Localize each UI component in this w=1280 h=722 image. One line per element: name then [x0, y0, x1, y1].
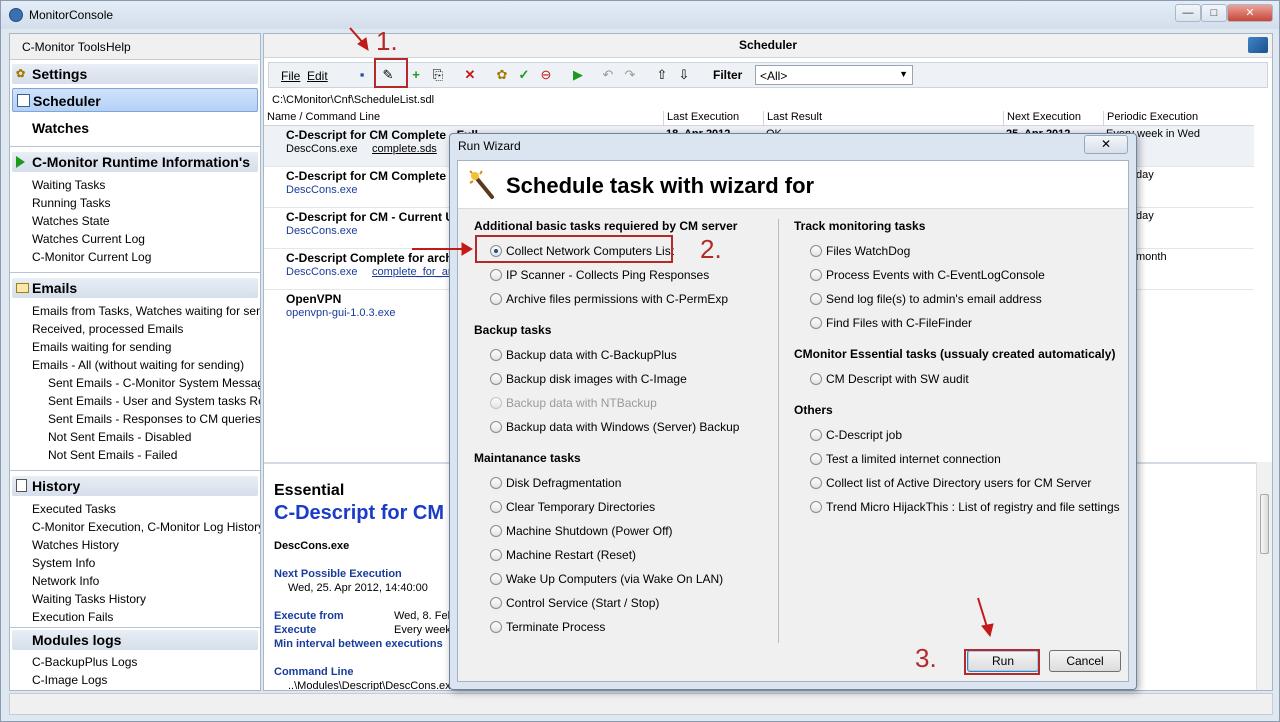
arrow-to-toolbar-icon: [349, 27, 369, 51]
arrow-to-run-button: [977, 597, 994, 638]
annotation-arrows: [349, 27, 994, 638]
arrow-to-option: [412, 242, 473, 256]
